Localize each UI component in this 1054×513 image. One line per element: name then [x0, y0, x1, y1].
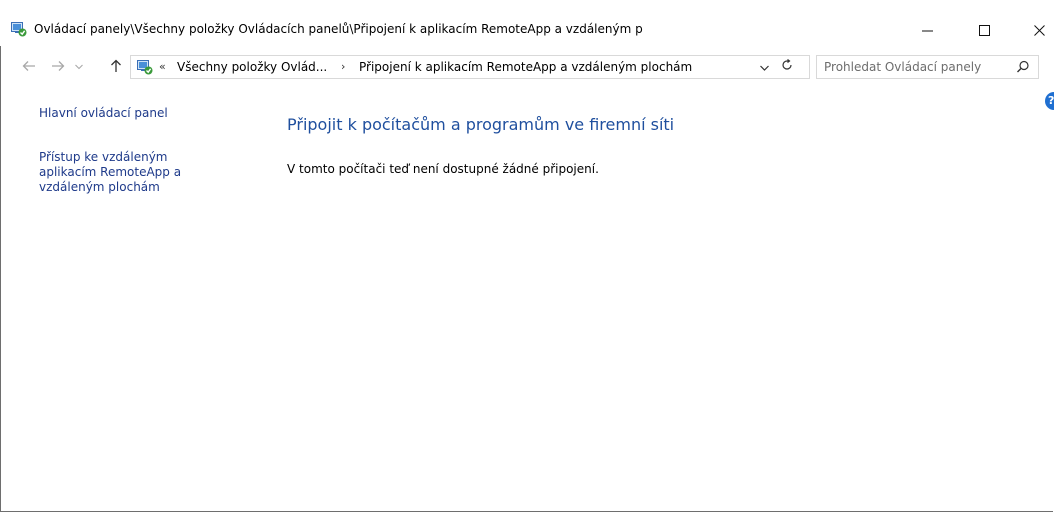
status-message: V tomto počítači teď není dostupné žádné…	[287, 162, 599, 176]
up-arrow-icon	[110, 59, 122, 77]
chevron-down-icon	[75, 63, 83, 73]
back-arrow-icon	[22, 60, 36, 76]
minimize-button[interactable]	[904, 12, 950, 48]
remoteapp-control-panel-icon	[11, 21, 27, 37]
breadcrumb-separator[interactable]: ›	[341, 60, 345, 73]
up-button[interactable]	[107, 59, 125, 77]
maximize-icon	[978, 21, 990, 40]
recent-locations-button[interactable]	[72, 59, 86, 77]
minimize-icon	[921, 21, 933, 40]
search-input[interactable]	[824, 59, 1009, 75]
nav-link-control-panel-home[interactable]: Hlavní ovládací panel	[39, 106, 168, 121]
window-title: Ovládací panely\Všechny položky Ovládací…	[34, 22, 643, 36]
refresh-button[interactable]	[779, 59, 795, 75]
breadcrumb-all-items[interactable]: Všechny položky Ovlád...	[177, 60, 327, 74]
refresh-icon	[781, 59, 793, 75]
nav-link-remoteapp-access[interactable]: Přístup ke vzdáleným aplikacím RemoteApp…	[39, 150, 214, 195]
page-title: Připojit k počítačům a programům ve fire…	[287, 115, 675, 134]
search-icon[interactable]	[1015, 59, 1031, 75]
main-content: Připojit k počítačům a programům ve fire…	[287, 115, 675, 176]
chevron-down-icon	[759, 61, 769, 74]
navigation-bar: « Všechny položky Ovlád... › Připojení k…	[0, 55, 1054, 81]
breadcrumb-overflow-button[interactable]: «	[159, 60, 166, 73]
search-box[interactable]	[816, 55, 1039, 79]
title-bar[interactable]: Ovládací panely\Všechny položky Ovládací…	[0, 0, 1054, 46]
close-button[interactable]	[1016, 12, 1054, 48]
address-dropdown-button[interactable]	[757, 59, 771, 75]
breadcrumb-remoteapp[interactable]: Připojení k aplikacím RemoteApp a vzdále…	[359, 60, 692, 74]
back-button[interactable]	[20, 59, 38, 77]
address-bar[interactable]: « Všechny položky Ovlád... › Připojení k…	[130, 55, 810, 79]
maximize-button[interactable]	[961, 12, 1007, 48]
close-icon	[1033, 21, 1045, 40]
forward-arrow-icon	[51, 60, 65, 76]
remoteapp-location-icon	[137, 59, 153, 75]
forward-button[interactable]	[49, 59, 67, 77]
